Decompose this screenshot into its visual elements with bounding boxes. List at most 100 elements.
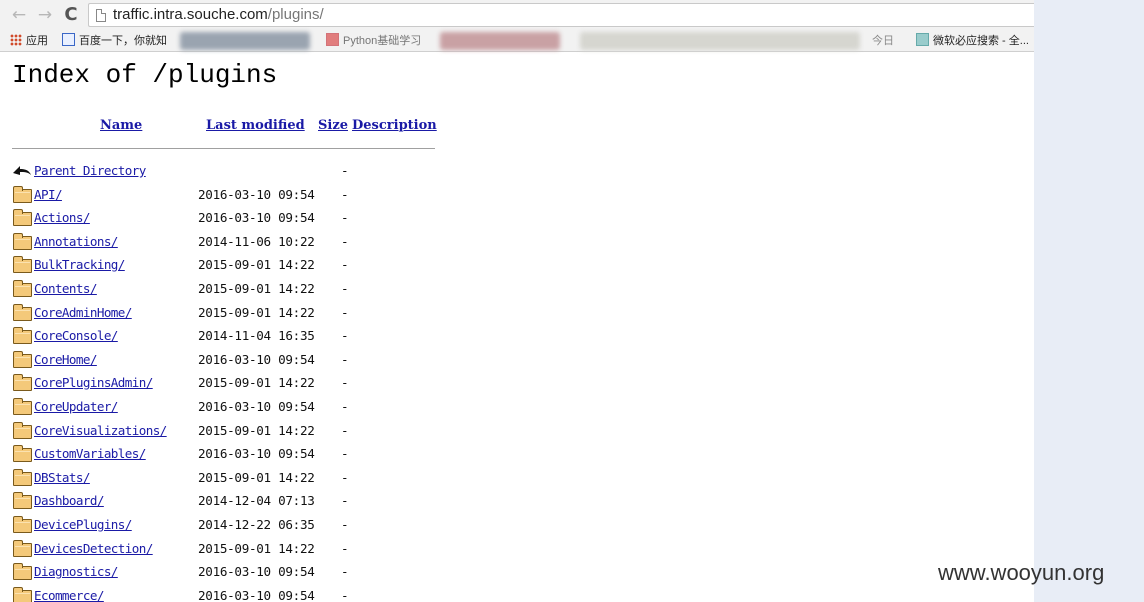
row-modified: 2016-03-10 09:54: [198, 398, 315, 414]
row-modified: 2014-12-04 07:13: [198, 493, 315, 509]
bookmark-label: 今日: [872, 35, 894, 47]
url-host: traffic.intra.souche.com: [113, 6, 268, 23]
folder-link[interactable]: Dashboard/: [34, 493, 104, 508]
row-modified: 2016-03-10 09:54: [198, 564, 315, 580]
row-modified: 2016-03-10 09:54: [198, 351, 315, 367]
folder-icon: [13, 563, 32, 581]
folder-icon: [13, 256, 32, 274]
row-modified: 2016-03-10 09:54: [198, 210, 315, 226]
folder-link[interactable]: CoreConsole/: [34, 328, 118, 343]
page-content: Index of /plugins: [12, 60, 277, 90]
folder-link[interactable]: DBStats/: [34, 470, 90, 485]
bookmark-apps[interactable]: 应用: [10, 33, 48, 49]
folder-link[interactable]: Contents/: [34, 281, 97, 296]
folder-icon: [13, 279, 32, 297]
reload-button[interactable]: C: [60, 4, 82, 26]
row-size: -: [341, 163, 349, 178]
watermark-text: www.wooyun.org: [938, 560, 1105, 585]
bookmark-label: 百度一下，你就知: [79, 35, 167, 47]
parent-directory-link[interactable]: Parent Directory: [34, 163, 146, 178]
row-size: -: [341, 304, 349, 320]
row-size: -: [341, 422, 349, 438]
folder-link[interactable]: Annotations/: [34, 234, 118, 249]
row-size: -: [341, 587, 349, 602]
back-button[interactable]: ←: [8, 4, 30, 26]
folder-icon: [13, 445, 32, 463]
folder-icon: [13, 232, 32, 250]
folder-icon: [13, 539, 32, 557]
folder-icon: [13, 303, 32, 321]
bookmark-bing[interactable]: 微软必应搜索 - 全...: [916, 33, 1029, 49]
row-modified: 2015-09-01 14:22: [198, 257, 315, 273]
column-header-size[interactable]: Size: [318, 118, 348, 133]
row-size: -: [341, 446, 349, 462]
row-modified: 2016-03-10 09:54: [198, 587, 315, 602]
apps-icon: [10, 34, 22, 46]
folder-link[interactable]: CoreAdminHome/: [34, 305, 132, 320]
forward-button[interactable]: →: [34, 4, 56, 26]
folder-icon: [13, 350, 32, 368]
row-size: -: [341, 280, 349, 296]
row-modified: 2014-12-22 06:35: [198, 516, 315, 532]
redaction-blur: [440, 32, 560, 50]
folder-link[interactable]: Actions/: [34, 210, 90, 225]
row-size: -: [341, 516, 349, 532]
row-size: -: [341, 469, 349, 485]
page-title: Index of /plugins: [12, 60, 278, 90]
folder-link[interactable]: CoreVisualizations/: [34, 423, 167, 438]
row-size: -: [341, 493, 349, 509]
bookmarks-bar: 应用 百度一下，你就知 Python基础学习 今日 微软必应搜索 - 全...: [0, 30, 1034, 52]
row-size: -: [341, 375, 349, 391]
row-modified: 2016-03-10 09:54: [198, 446, 315, 462]
row-modified: 2014-11-06 10:22: [198, 233, 315, 249]
folder-icon: [13, 209, 32, 227]
folder-icon: [13, 468, 32, 486]
folder-link[interactable]: BulkTracking/: [34, 257, 125, 272]
folder-icon: [13, 586, 32, 602]
row-size: -: [341, 186, 349, 202]
folder-link[interactable]: Diagnostics/: [34, 564, 118, 579]
row-size: -: [341, 564, 349, 580]
browser-window: ← → C traffic.intra.souche.com/plugins/ …: [0, 0, 1034, 602]
row-size: -: [341, 210, 349, 226]
redaction-blur: [180, 32, 310, 50]
folder-link[interactable]: CoreHome/: [34, 352, 97, 367]
url-text[interactable]: traffic.intra.souche.com/plugins/: [113, 6, 324, 23]
folder-link[interactable]: CoreUpdater/: [34, 399, 118, 414]
column-header-name[interactable]: Name: [100, 118, 142, 133]
row-modified: 2015-09-01 14:22: [198, 469, 315, 485]
row-modified: 2015-09-01 14:22: [198, 422, 315, 438]
folder-icon: [13, 421, 32, 439]
folder-link[interactable]: DevicesDetection/: [34, 541, 153, 556]
folder-link[interactable]: CorePluginsAdmin/: [34, 375, 153, 390]
browser-toolbar: ← → C traffic.intra.souche.com/plugins/: [0, 0, 1034, 30]
row-modified: 2015-09-01 14:22: [198, 304, 315, 320]
header-divider: [12, 148, 435, 150]
folder-icon: [13, 515, 32, 533]
bookmark-label: 微软必应搜索 - 全...: [933, 35, 1029, 47]
bookmark-today[interactable]: 今日: [872, 33, 894, 49]
folder-link[interactable]: API/: [34, 187, 63, 202]
page-icon: [916, 33, 929, 46]
redaction-blur: [580, 32, 860, 50]
row-size: -: [341, 540, 349, 556]
back-icon: [13, 166, 31, 175]
folder-icon: [13, 374, 32, 392]
row-size: -: [341, 328, 349, 344]
address-bar[interactable]: traffic.intra.souche.com/plugins/: [88, 3, 1034, 27]
row-modified: 2015-09-01 14:22: [198, 375, 315, 391]
page-icon: [96, 9, 106, 22]
bookmark-baidu[interactable]: 百度一下，你就知: [62, 33, 167, 49]
bookmark-python[interactable]: Python基础学习: [326, 33, 421, 49]
folder-link[interactable]: CustomVariables/: [34, 446, 146, 461]
folder-link[interactable]: Ecommerce/: [34, 588, 104, 602]
folder-link[interactable]: DevicePlugins/: [34, 517, 132, 532]
folder-icon: [13, 492, 32, 510]
row-size: -: [341, 398, 349, 414]
bookmark-label: 应用: [26, 35, 48, 47]
column-header-last-modified[interactable]: Last modified: [206, 118, 305, 133]
column-header-description[interactable]: Description: [352, 118, 437, 133]
page-icon: [326, 33, 339, 46]
row-modified: 2015-09-01 14:22: [198, 280, 315, 296]
row-modified: 2015-09-01 14:22: [198, 540, 315, 556]
